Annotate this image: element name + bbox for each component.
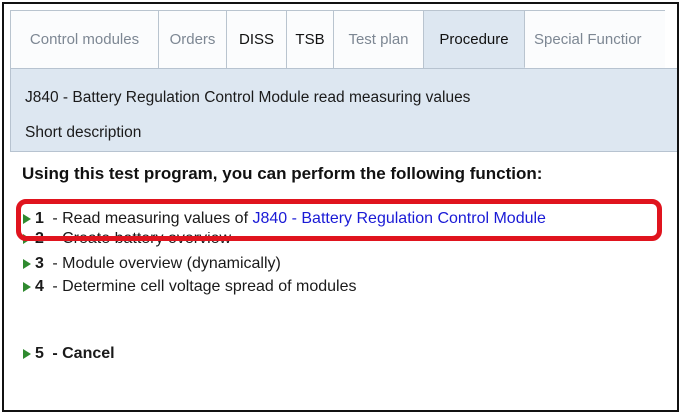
step-number: 5 [35, 345, 44, 362]
tab-tsb[interactable]: TSB [287, 10, 334, 68]
procedure-title: J840 - Battery Regulation Control Module… [25, 89, 471, 106]
step-number: 4 [35, 278, 44, 295]
step-2-create-battery-overview[interactable]: 2 - Create battery overview [23, 232, 231, 248]
tab-special-functions[interactable]: Special Functior [525, 10, 665, 68]
step-number: 2 [35, 232, 44, 247]
tab-procedure[interactable]: Procedure [424, 10, 525, 68]
step-separator: - [47, 210, 63, 227]
procedure-window: Control modules Orders DISS TSB Test pla… [2, 2, 679, 412]
play-triangle-icon [23, 282, 31, 292]
step-3-module-overview[interactable]: 3 - Module overview (dynamically) [23, 254, 281, 274]
short-description-label: Short description [25, 124, 142, 141]
intro-text: Using this test program, you can perform… [22, 164, 543, 183]
step-label: Determine cell voltage spread of modules [62, 278, 357, 295]
step-label: Module overview (dynamically) [62, 255, 281, 272]
step-number: 1 [35, 210, 44, 227]
step-5-cancel[interactable]: 5 - Cancel [23, 344, 115, 364]
step-separator: - [47, 255, 63, 272]
play-triangle-icon [23, 259, 31, 269]
tab-orders[interactable]: Orders [159, 10, 227, 68]
tab-control-modules[interactable]: Control modules [10, 10, 159, 68]
tab-test-plan[interactable]: Test plan [334, 10, 424, 68]
step-separator: - [47, 278, 63, 295]
play-triangle-icon [23, 234, 31, 244]
tab-diss[interactable]: DISS [227, 10, 287, 68]
procedure-header: J840 - Battery Regulation Control Module… [10, 68, 677, 152]
step-1-read-measuring-values[interactable]: 1 - Read measuring values of J840 - Batt… [23, 209, 546, 229]
step-separator: - [47, 345, 63, 362]
step-label: Create battery overview [62, 232, 232, 247]
step-separator: - [47, 232, 63, 247]
step-4-cell-voltage-spread[interactable]: 4 - Determine cell voltage spread of mod… [23, 277, 357, 297]
step-label: Read measuring values of [62, 210, 253, 227]
play-triangle-icon [23, 349, 31, 359]
step-number: 3 [35, 255, 44, 272]
control-module-link[interactable]: J840 - Battery Regulation Control Module [252, 210, 546, 228]
step-label: Cancel [62, 345, 115, 362]
play-triangle-icon [23, 214, 31, 224]
tab-bar: Control modules Orders DISS TSB Test pla… [10, 10, 677, 69]
